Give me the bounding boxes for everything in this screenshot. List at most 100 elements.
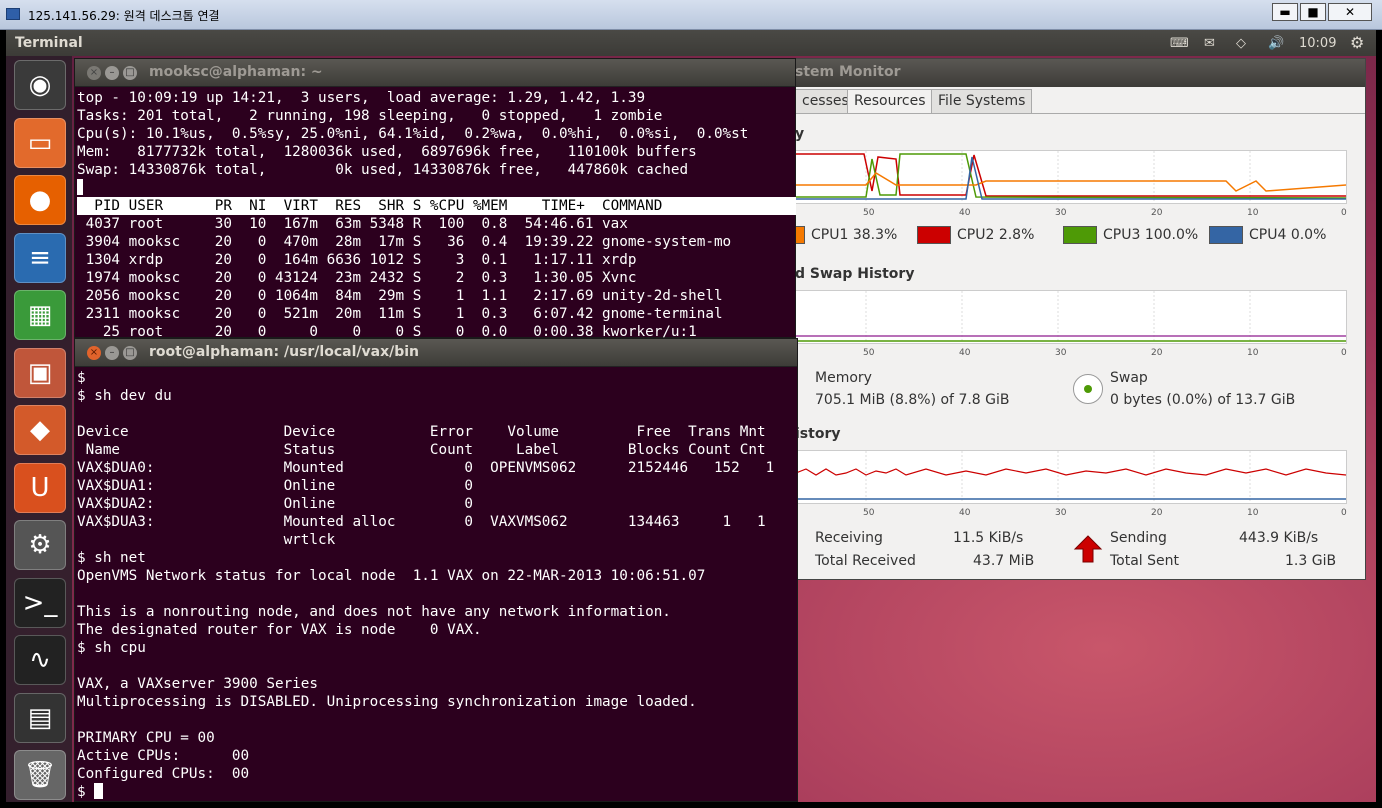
rdp-minimize-button[interactable]: ▬ <box>1272 3 1298 21</box>
console-line: VAX$DUA3: Mounted alloc 0 VAXVMS062 1344… <box>77 514 766 530</box>
cpu3-label: CPU3 100.0% <box>1103 227 1199 243</box>
console-line: PRIMARY CPU = 00 <box>77 730 215 746</box>
cpu-tick: 10 <box>1247 208 1259 218</box>
receiving-value: 11.5 KiB/s <box>953 530 1024 546</box>
calc-icon[interactable]: ▦ <box>14 290 66 340</box>
top-terminal-minimize-button[interactable]: – <box>105 66 119 80</box>
process-row: 1304 xrdp 20 0 164m 6636 1012 S 3 0.1 1:… <box>85 252 637 268</box>
memory-swap-heading: d Swap History <box>795 266 915 282</box>
console-line: The designated router for VAX is node 0 … <box>77 622 482 638</box>
console-line: Name Status Count Label Blocks Count Cnt <box>85 442 766 458</box>
files-icon[interactable]: ▭ <box>14 117 66 168</box>
root-terminal-title-bar[interactable]: × – □ root@alphaman: /usr/local/vax/bin <box>75 339 797 367</box>
clock[interactable]: 10:09 <box>1299 36 1336 51</box>
cpu2-swatch[interactable] <box>917 226 951 244</box>
system-settings-icon[interactable]: ⚙ <box>14 520 66 570</box>
mem-tick: 50 <box>863 348 875 358</box>
power-gear-icon[interactable]: ⚙ <box>1350 33 1364 52</box>
console-line: Device Device Error Volume Free Trans Mn… <box>77 424 766 440</box>
system-monitor-icon[interactable]: ∿ <box>14 635 66 685</box>
top-output[interactable]: top - 10:09:19 up 14:21, 3 users, load a… <box>77 89 796 341</box>
net-tick: 0 <box>1341 508 1347 518</box>
mail-icon[interactable]: ✉ <box>1204 36 1215 51</box>
net-tick: 50 <box>863 508 875 518</box>
total-received-value: 43.7 MiB <box>973 553 1035 569</box>
root-terminal-title: root@alphaman: /usr/local/vax/bin <box>149 344 419 360</box>
top-terminal-title-bar[interactable]: × – □ mooksc@alphaman: ~ <box>75 59 795 87</box>
active-app-name: Terminal <box>15 35 83 51</box>
console-line: VAX$DUA0: Mounted 0 OPENVMS062 2152446 1… <box>77 460 775 476</box>
top-terminal-maximize-button[interactable]: □ <box>123 66 137 80</box>
receiving-label: Receiving <box>815 530 883 546</box>
top-terminal-close-button[interactable]: × <box>87 66 101 80</box>
mem-tick: 20 <box>1151 348 1163 358</box>
workspaces-icon[interactable]: ▤ <box>14 692 66 743</box>
vax-console-output[interactable]: $ $ sh dev du Device Device Error Volume… <box>77 369 774 801</box>
cpu-history-lines <box>796 151 1347 203</box>
dash-home-icon[interactable]: ◉ <box>14 60 66 110</box>
network-icon[interactable]: ◇ <box>1236 36 1246 51</box>
rdp-title: 125.141.56.29: 원격 데스크톱 연결 <box>28 9 220 23</box>
network-history-lines <box>795 451 1347 503</box>
top-panel: Terminal ⌨ ✉ ◇ 🔊 10:09 ⚙ <box>6 30 1376 56</box>
terminal-icon[interactable]: >_ <box>14 577 66 628</box>
cpu-tick: 30 <box>1055 208 1067 218</box>
cpu4-legend[interactable]: CPU4 0.0% <box>1209 226 1326 244</box>
root-terminal-window: × – □ root@alphaman: /usr/local/vax/bin … <box>74 338 798 802</box>
process-row: 3904 mooksc 20 0 470m 28m 17m S 36 0.4 1… <box>85 234 732 250</box>
cpu3-swatch[interactable] <box>1063 226 1097 244</box>
console-line: OpenVMS Network status for local node 1.… <box>77 568 706 584</box>
tab-resources[interactable]: Resources <box>847 89 933 114</box>
total-sent-value: 1.3 GiB <box>1285 553 1337 569</box>
total-received-label: Total Received <box>815 553 916 569</box>
memory-history-lines <box>796 291 1346 343</box>
top-cursor <box>77 179 83 195</box>
firefox-icon[interactable]: ● <box>14 175 66 225</box>
shell-prompt: $ <box>77 784 95 800</box>
root-terminal-minimize-button[interactable]: – <box>105 346 119 360</box>
cpu2-legend[interactable]: CPU2 2.8% <box>917 226 1034 244</box>
console-line: Configured CPUs: 00 <box>77 766 250 782</box>
root-terminal-close-button[interactable]: × <box>87 346 101 360</box>
mem-tick: 30 <box>1055 348 1067 358</box>
cpu2-label: CPU2 2.8% <box>957 227 1035 243</box>
swap-pie-icon[interactable] <box>1073 374 1103 404</box>
mem-tick: 40 <box>959 348 971 358</box>
software-center-icon[interactable]: ◆ <box>14 405 66 455</box>
top-summary-line: Cpu(s): 10.1%us, 0.5%sy, 25.0%ni, 64.1%i… <box>77 126 749 142</box>
mem-tick: 10 <box>1247 348 1259 358</box>
remote-desktop: Terminal ⌨ ✉ ◇ 🔊 10:09 ⚙ ◉ ▭ ● ≡ ▦ ▣ ◆ U ⚙ >_ ∿ ▤ 🗑 … <box>6 30 1376 802</box>
cpu4-swatch[interactable] <box>1209 226 1243 244</box>
system-monitor-title-bar[interactable]: stem Monitor <box>795 59 1365 87</box>
system-monitor-window: stem Monitor cesses Resources File Syste… <box>771 58 1366 580</box>
system-monitor-title: stem Monitor <box>795 64 901 80</box>
impress-icon[interactable]: ▣ <box>14 347 66 398</box>
swap-value: 0 bytes (0.0%) of 13.7 GiB <box>1110 392 1296 408</box>
root-terminal-maximize-button[interactable]: □ <box>123 346 137 360</box>
process-row: 1974 mooksc 20 0 43124 23m 2432 S 2 0.3 … <box>85 270 637 286</box>
cpu-tick: 20 <box>1151 208 1163 218</box>
top-terminal-window: × – □ mooksc@alphaman: ~ top - 10:09:19 … <box>74 58 796 341</box>
rdp-title-bar: 125.141.56.29: 원격 데스크톱 연결 ▬ ■ ✕ <box>0 0 1382 30</box>
net-tick: 10 <box>1247 508 1259 518</box>
volume-icon[interactable]: 🔊 <box>1268 36 1284 51</box>
console-line: $ sh cpu <box>77 640 146 656</box>
console-line: VAX, a VAXserver 3900 Series <box>77 676 319 692</box>
memory-label: Memory <box>815 370 872 386</box>
cpu-tick: 50 <box>863 208 875 218</box>
rdp-maximize-button[interactable]: ■ <box>1300 3 1326 21</box>
writer-icon[interactable]: ≡ <box>14 232 66 283</box>
trash-icon[interactable]: 🗑 <box>14 750 66 800</box>
keyboard-icon[interactable]: ⌨ <box>1170 36 1189 51</box>
console-cursor <box>94 783 104 799</box>
top-summary-line: Mem: 8177732k total, 1280036k used, 6897… <box>77 144 697 160</box>
cpu3-legend[interactable]: CPU3 100.0% <box>1063 226 1198 244</box>
console-line: $ <box>77 370 86 386</box>
tab-file-systems[interactable]: File Systems <box>931 89 1033 113</box>
cpu1-label: CPU1 38.3% <box>811 227 898 243</box>
cpu-tick: 40 <box>959 208 971 218</box>
ubuntu-one-icon[interactable]: U <box>14 462 66 513</box>
process-row: 2311 mooksc 20 0 521m 20m 11m S 1 0.3 6:… <box>85 306 723 322</box>
rdp-close-button[interactable]: ✕ <box>1328 3 1372 21</box>
swap-label: Swap <box>1110 370 1148 386</box>
